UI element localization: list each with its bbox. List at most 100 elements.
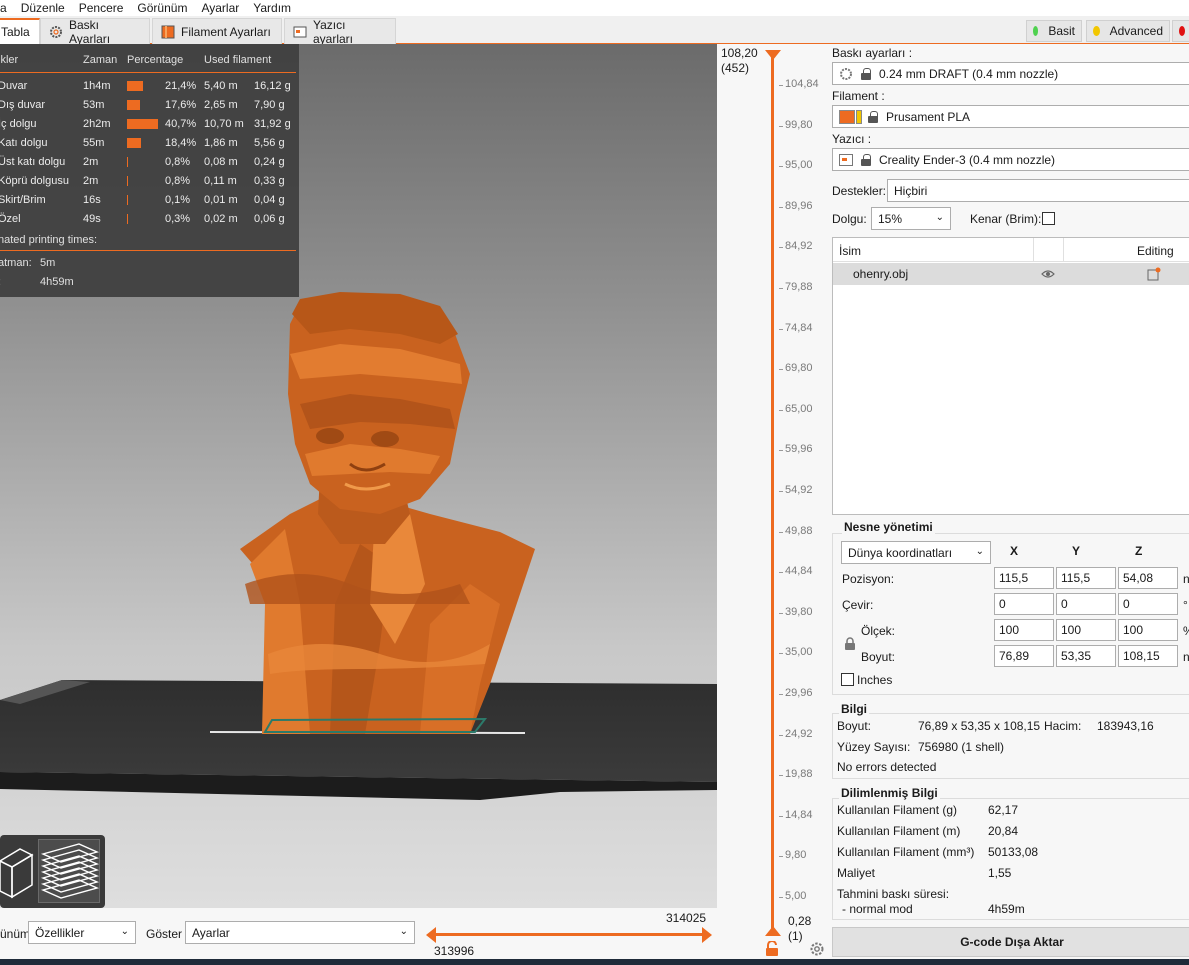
preview-viewport[interactable]: ikler Zaman Percentage Used filament Duv… [0,44,717,908]
rotation-x-input[interactable]: 0 [994,593,1054,615]
layer-tick-mark [779,734,783,736]
right-sidebar: Baskı ayarları : 0.24 mm DRAFT (0.4 mm n… [830,44,1189,965]
scale-lock-icon[interactable] [844,637,856,654]
mode-simple-label: Basit [1048,24,1075,38]
edit-icon[interactable] [1147,267,1161,284]
legend-feature-name: Dış duvar [0,99,46,111]
menu-configuration[interactable]: Ayarlar [194,0,246,16]
export-gcode-button[interactable]: G-code Dışa Aktar [832,927,1189,957]
view-type-label: ünüm [0,927,31,941]
mode-expert-button[interactable] [1172,20,1189,42]
settings-cog-icon[interactable] [809,941,825,957]
unlock-icon[interactable] [765,940,779,957]
horizontal-slider-track[interactable] [432,933,708,936]
brim-checkbox[interactable] [1042,212,1055,225]
scale-x-input[interactable]: 100 [994,619,1054,641]
layer-top-index: (452) [721,61,750,75]
menu-window[interactable]: Pencere [72,0,131,16]
tab-printer-settings[interactable]: Yazıcı ayarları [284,18,396,46]
legend-first-layer-label: atman: [0,257,32,269]
inches-label: Inches [857,673,893,687]
menu-view[interactable]: Görünüm [130,0,194,16]
chevron-down-icon: ⌄ [399,926,408,937]
view-layers-button[interactable] [38,839,100,903]
tab-print-settings[interactable]: Baskı Ayarları [40,18,150,46]
layer-slider-track[interactable] [771,56,774,932]
mode-simple-button[interactable]: Basit [1026,20,1082,42]
supports-select[interactable]: Hiçbiri [887,179,1189,202]
legend-percentage-bar [127,81,143,91]
layer-top-value: 108,20 [721,46,758,60]
menu-file[interactable]: a [0,0,14,16]
layer-upper-thumb[interactable] [765,50,781,60]
size-x-input[interactable]: 76,89 [994,645,1054,667]
layer-tick-mark [779,531,783,533]
mode-advanced-button[interactable]: Advanced [1086,20,1170,42]
legend-feature-length: 0,11 m [204,175,237,187]
layer-tick-label: 59,96 [785,443,813,456]
size-z-input[interactable]: 108,15 [1118,645,1178,667]
hslider-left-thumb[interactable] [426,927,436,943]
scale-z-input[interactable]: 100 [1118,619,1178,641]
position-z-input[interactable]: 54,08 [1118,567,1178,589]
legend-feature-length: 2,65 m [204,99,238,111]
menu-bar: a Düzenle Pencere Görünüm Ayarlar Yardım [0,0,1189,16]
layer-tick-mark [779,166,783,168]
infill-select[interactable]: 15% ⌄ [871,207,951,230]
printer-label: Yazıcı : [832,132,872,146]
printer-select[interactable]: Creality Ender-3 (0.4 mm nozzle) [832,148,1189,171]
print-time-label: Tahmini baskı süresi: [837,887,950,901]
layer-slider[interactable]: 108,20 (452) 104,84 99,80 95,00 89,96 84,92 7… [717,44,830,965]
tab-plater[interactable]: Tabla [0,18,40,44]
legend-feature-length: 10,70 m [204,118,244,130]
legend-feature-time: 53m [83,99,105,111]
infill-value: 15% [878,211,903,226]
legend-feature-length: 5,40 m [204,80,238,92]
scale-y-input[interactable]: 100 [1056,619,1116,641]
eye-icon[interactable] [1041,268,1055,283]
printer-value: Creality Ender-3 (0.4 mm nozzle) [879,152,1056,167]
legend-feature-percentage: 21,4% [165,80,197,92]
view-3d-button[interactable] [0,841,34,901]
menu-edit[interactable]: Düzenle [14,0,72,16]
rotation-z-input[interactable]: 0 [1118,593,1178,615]
position-x-input[interactable]: 115,5 [994,567,1054,589]
layer-tick-label: 39,80 [785,605,813,618]
legend-estimated-title: nated printing times: [0,234,98,246]
layer-tick-mark [779,653,783,655]
object-name: ohenry.obj [853,267,909,281]
layer-tick-mark [779,775,783,777]
view-type-select[interactable]: Özellikler ⌄ [28,921,136,944]
inches-checkbox[interactable] [841,673,854,686]
column-editing-header[interactable]: Editing [1137,244,1174,258]
coordinate-system-select[interactable]: Dünya koordinatları ⌄ [841,541,991,564]
position-y-input[interactable]: 115,5 [1056,567,1116,589]
filament-spool-icon [161,25,175,39]
tab-filament-settings[interactable]: Filament Ayarları [152,18,282,44]
printer-icon [839,153,853,166]
info-facets-value: 756980 (1 shell) [918,740,1005,754]
size-y-input[interactable]: 53,35 [1056,645,1116,667]
rotation-y-input[interactable]: 0 [1056,593,1116,615]
layer-lower-thumb[interactable] [765,926,781,936]
legend-feature-time: 16s [83,194,101,206]
print-settings-select[interactable]: 0.24 mm DRAFT (0.4 mm nozzle) [832,62,1189,85]
filament-select[interactable]: Prusament PLA [832,105,1189,128]
object-row[interactable]: ohenry.obj [833,263,1189,285]
legend-header-used: Used filament [204,54,272,66]
column-divider [1033,238,1034,262]
mode-advanced-dot [1093,26,1100,36]
legend-feature-time: 2m [83,156,99,168]
scale-label: Ölçek: [861,624,896,638]
hslider-right-thumb[interactable] [702,927,712,943]
object-list[interactable]: İsim Editing ohenry.obj [832,237,1189,515]
menu-help[interactable]: Yardım [246,0,298,16]
print-settings-label: Baskı ayarları : [832,46,913,60]
column-name-header[interactable]: İsim [839,244,861,258]
show-select[interactable]: Ayarlar ⌄ [185,921,415,944]
layer-tick-label: 104,84 [785,78,819,90]
layer-tick-label: 69,80 [785,362,813,375]
legend-feature-length: 1,86 m [204,137,238,149]
rotation-unit: ° [1183,598,1188,612]
legend-feature-time: 1h4m [83,80,111,92]
